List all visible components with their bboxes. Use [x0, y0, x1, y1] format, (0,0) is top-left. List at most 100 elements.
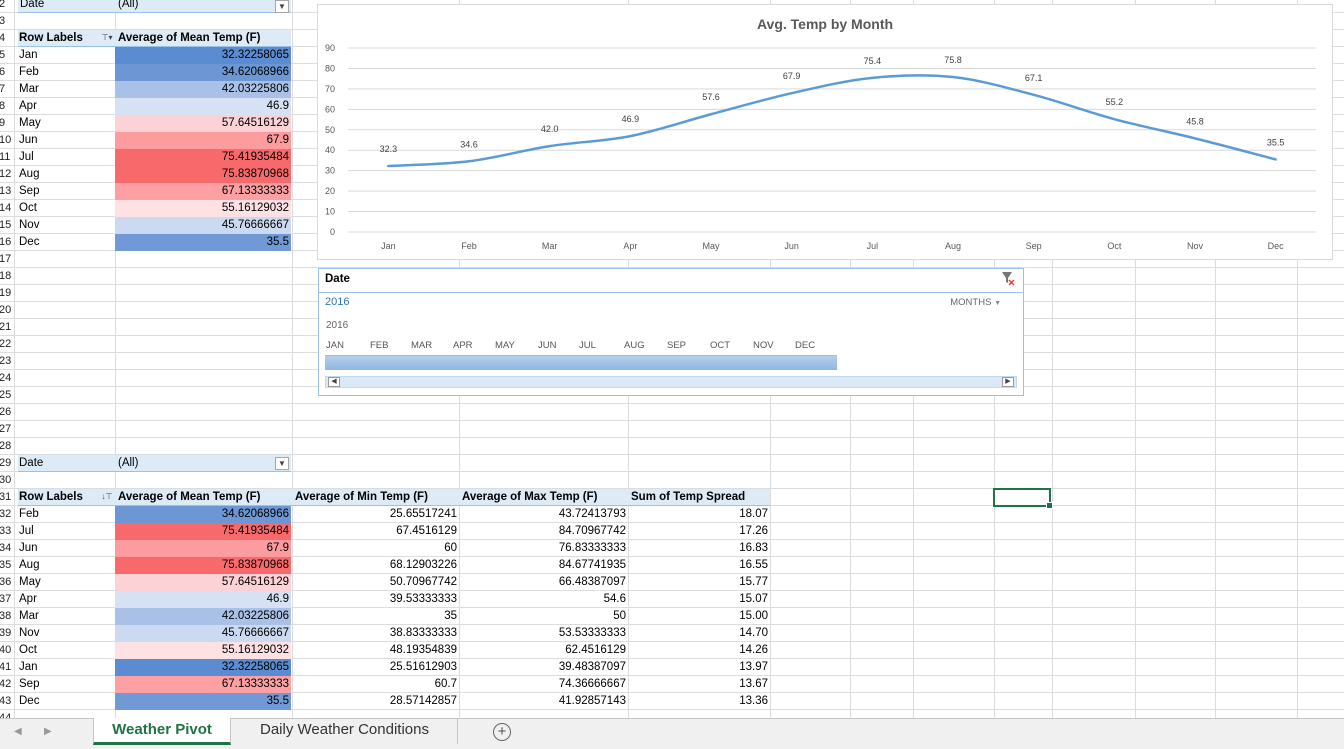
pivot2-min-value[interactable]: 67.4516129 [292, 523, 459, 540]
row-number[interactable]: 38 [0, 608, 14, 625]
slicer-month-label[interactable]: APR [453, 340, 473, 351]
row-number[interactable]: 7 [0, 81, 14, 98]
row-number[interactable]: 15 [0, 217, 14, 234]
pivot2-min-value[interactable]: 25.51612903 [292, 659, 459, 676]
row-number[interactable]: 8 [0, 98, 14, 115]
pivot2-max-value[interactable]: 84.70967742 [459, 523, 628, 540]
slicer-month-label[interactable]: SEP [667, 340, 686, 351]
pivot2-spread-value[interactable]: 13.36 [628, 693, 770, 710]
pivot2-spread-value[interactable]: 13.67 [628, 676, 770, 693]
pivot2-mean-value[interactable]: 35.5 [115, 693, 291, 710]
pivot2-min-value[interactable]: 28.57142857 [292, 693, 459, 710]
row-number[interactable]: 41 [0, 659, 14, 676]
pivot1-mean-value[interactable]: 67.9 [115, 132, 291, 149]
row-number[interactable]: 16 [0, 234, 14, 251]
pivot1-row-label[interactable]: Nov [18, 217, 116, 234]
pivot1-mean-value[interactable]: 34.62068966 [115, 64, 291, 81]
pivot2-mean-value[interactable]: 67.13333333 [115, 676, 291, 693]
row-number[interactable]: 18 [0, 268, 14, 285]
row-number[interactable]: 19 [0, 285, 14, 302]
pivot1-mean-value[interactable]: 46.9 [115, 98, 291, 115]
pivot2-max-value[interactable]: 62.4516129 [459, 642, 628, 659]
clear-filter-icon[interactable] [1001, 270, 1015, 288]
pivot2-max-value[interactable]: 53.53333333 [459, 625, 628, 642]
pivot2-mean-value[interactable]: 57.64516129 [115, 574, 291, 591]
pivot2-min-value[interactable]: 48.19354839 [292, 642, 459, 659]
pivot2-row-label[interactable]: May [18, 574, 116, 591]
row-number[interactable]: 6 [0, 64, 14, 81]
row-number[interactable]: 40 [0, 642, 14, 659]
row-number[interactable]: 3 [0, 13, 14, 30]
pivot2-mean-value[interactable]: 75.41935484 [115, 523, 291, 540]
pivot2-max-value[interactable]: 54.6 [459, 591, 628, 608]
pivot2-min-value[interactable]: 50.70967742 [292, 574, 459, 591]
pivot2-mean-value[interactable]: 55.16129032 [115, 642, 291, 659]
row-number[interactable]: 10 [0, 132, 14, 149]
line-chart[interactable]: Avg. Temp by Month 0 10 20 30 40 50 60 70 80 90 Jan… [317, 4, 1333, 260]
row-number[interactable]: 12 [0, 166, 14, 183]
pivot2-max-value[interactable]: 39.48387097 [459, 659, 628, 676]
pivot1-mean-value[interactable]: 35.5 [115, 234, 291, 251]
pivot2-spread-value[interactable]: 18.07 [628, 506, 770, 523]
row-number[interactable]: 4 [0, 30, 14, 47]
pivot2-spread-value[interactable]: 16.83 [628, 540, 770, 557]
chevron-left-icon[interactable]: ◀ [328, 377, 340, 387]
row-number[interactable]: 28 [0, 438, 14, 455]
row-number[interactable]: 34 [0, 540, 14, 557]
pivot2-spread-value[interactable]: 15.00 [628, 608, 770, 625]
pivot2-max-value[interactable]: 50 [459, 608, 628, 625]
pivot1-mean-value[interactable]: 67.13333333 [115, 183, 291, 200]
pivot2-row-label[interactable]: Jul [18, 523, 116, 540]
row-number[interactable]: 21 [0, 319, 14, 336]
row-number[interactable]: 17 [0, 251, 14, 268]
sheet-tab-weather-pivot[interactable]: Weather Pivot [93, 718, 231, 745]
pivot2-mean-value[interactable]: 67.9 [115, 540, 291, 557]
row-number[interactable]: 39 [0, 625, 14, 642]
pivot2-row-label[interactable]: Sep [18, 676, 116, 693]
pivot1-row-label[interactable]: Apr [18, 98, 116, 115]
row-number[interactable]: 13 [0, 183, 14, 200]
pivot2-spread-value[interactable]: 16.55 [628, 557, 770, 574]
pivot1-row-label[interactable]: Jun [18, 132, 116, 149]
row-number[interactable]: 24 [0, 370, 14, 387]
pivot2-min-value[interactable]: 25.65517241 [292, 506, 459, 523]
pivot2-max-value[interactable]: 66.48387097 [459, 574, 628, 591]
row-number[interactable]: 27 [0, 421, 14, 438]
pivot2-mean-value[interactable]: 32.32258065 [115, 659, 291, 676]
pivot1-row-label[interactable]: Feb [18, 64, 116, 81]
slicer-scrollbar[interactable]: ◀ ▶ [325, 376, 1017, 388]
pivot1-mean-value[interactable]: 57.64516129 [115, 115, 291, 132]
pivot2-mean-value[interactable]: 75.83870968 [115, 557, 291, 574]
row-number[interactable]: 36 [0, 574, 14, 591]
row-number[interactable]: 9 [0, 115, 14, 132]
row-number[interactable]: 5 [0, 47, 14, 64]
pivot1-mean-value[interactable]: 75.83870968 [115, 166, 291, 183]
slicer-month-label[interactable]: FEB [370, 340, 388, 351]
pivot2-row-label[interactable]: Aug [18, 557, 116, 574]
slicer-month-label[interactable]: MAR [411, 340, 432, 351]
pivot2-mean-value[interactable]: 42.03225806 [115, 608, 291, 625]
slicer-level-dropdown[interactable]: MONTHS ▼ [950, 297, 1001, 308]
pivot1-mean-value[interactable]: 45.76666667 [115, 217, 291, 234]
pivot1-row-label[interactable]: Jul [18, 149, 116, 166]
pivot1-row-label[interactable]: Mar [18, 81, 116, 98]
sheet-tab-daily-weather[interactable]: Daily Weather Conditions [232, 718, 458, 744]
chevron-down-icon[interactable]: ▼ [275, 0, 289, 13]
chevron-down-icon[interactable]: ▼ [275, 457, 289, 470]
pivot2-mean-value[interactable]: 34.62068966 [115, 506, 291, 523]
slicer-month-label[interactable]: JAN [326, 340, 344, 351]
row-number[interactable]: 20 [0, 302, 14, 319]
pivot2-row-label[interactable]: Oct [18, 642, 116, 659]
pivot2-row-label[interactable]: Nov [18, 625, 116, 642]
row-number[interactable]: 35 [0, 557, 14, 574]
pivot2-max-value[interactable]: 76.83333333 [459, 540, 628, 557]
slicer-selected-range-bar[interactable] [325, 355, 837, 370]
filter-icon[interactable]: ⊤▾ [100, 32, 114, 45]
pivot1-mean-value[interactable]: 42.03225806 [115, 81, 291, 98]
pivot1-row-label[interactable]: May [18, 115, 116, 132]
pivot1-row-label[interactable]: Aug [18, 166, 116, 183]
pivot2-min-value[interactable]: 38.83333333 [292, 625, 459, 642]
row-number[interactable]: 2 [0, 0, 14, 13]
pivot2-spread-value[interactable]: 14.70 [628, 625, 770, 642]
pivot2-mean-value[interactable]: 46.9 [115, 591, 291, 608]
